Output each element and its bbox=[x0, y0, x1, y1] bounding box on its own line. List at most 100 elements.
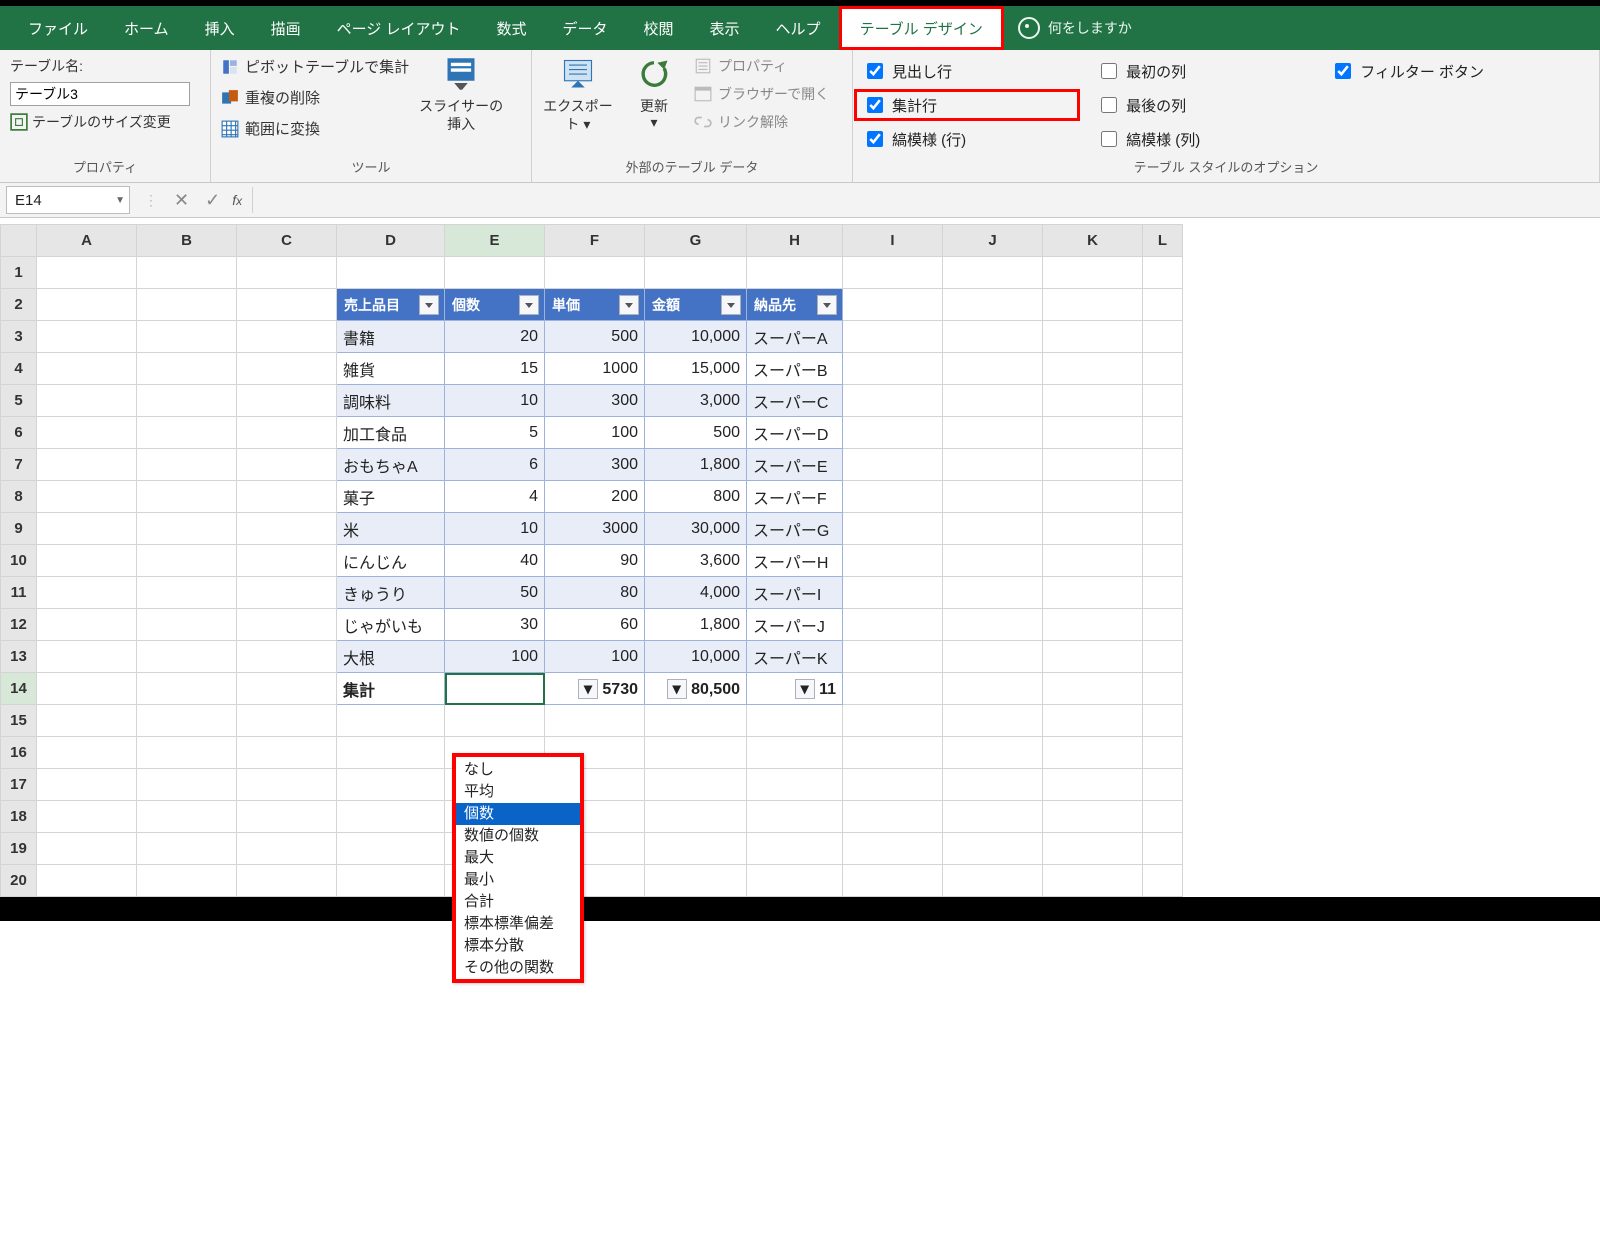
cell[interactable] bbox=[1043, 769, 1143, 801]
table-cell-dest[interactable]: スーパーK bbox=[747, 641, 843, 673]
cell[interactable] bbox=[237, 801, 337, 833]
table-cell-item[interactable]: 雑貨 bbox=[337, 353, 445, 385]
cell[interactable] bbox=[445, 257, 545, 289]
table-cell-price[interactable]: 60 bbox=[545, 609, 645, 641]
cell[interactable] bbox=[137, 513, 237, 545]
cell[interactable] bbox=[1043, 609, 1143, 641]
row-header[interactable]: 9 bbox=[1, 513, 37, 545]
cell[interactable] bbox=[843, 641, 943, 673]
cell[interactable] bbox=[843, 833, 943, 865]
table-cell-amount[interactable]: 15,000 bbox=[645, 353, 747, 385]
cell[interactable] bbox=[237, 865, 337, 897]
cell[interactable] bbox=[137, 609, 237, 641]
tell-me-search[interactable]: 何をしますか bbox=[1004, 17, 1132, 39]
table-cell-dest[interactable]: スーパーG bbox=[747, 513, 843, 545]
cell[interactable] bbox=[237, 641, 337, 673]
cell[interactable] bbox=[337, 801, 445, 833]
last-col-checkbox[interactable] bbox=[1101, 97, 1117, 113]
cell[interactable] bbox=[943, 321, 1043, 353]
col-header-C[interactable]: C bbox=[237, 225, 337, 257]
option-header-row[interactable]: 見出し行 bbox=[863, 60, 1071, 82]
cell[interactable] bbox=[943, 609, 1043, 641]
filter-button[interactable] bbox=[619, 295, 639, 315]
tab-review[interactable]: 校閲 bbox=[626, 6, 692, 50]
filter-button[interactable] bbox=[519, 295, 539, 315]
cell[interactable] bbox=[237, 257, 337, 289]
cell[interactable] bbox=[747, 705, 843, 737]
dropdown-item[interactable]: 個数 bbox=[456, 803, 580, 825]
cell[interactable] bbox=[1143, 321, 1183, 353]
row-header[interactable]: 11 bbox=[1, 577, 37, 609]
table-cell-amount[interactable]: 800 bbox=[645, 481, 747, 513]
col-header-D[interactable]: D bbox=[337, 225, 445, 257]
worksheet-grid[interactable]: A B C D E F G H I J K L 1 2 売上品目 個数 単価 金… bbox=[0, 224, 1183, 897]
cell[interactable] bbox=[1043, 289, 1143, 321]
cell[interactable] bbox=[1143, 353, 1183, 385]
cell[interactable] bbox=[943, 513, 1043, 545]
table-header-dest[interactable]: 納品先 bbox=[747, 289, 843, 321]
cell[interactable] bbox=[645, 737, 747, 769]
table-cell-amount[interactable]: 10,000 bbox=[645, 641, 747, 673]
table-cell-price[interactable]: 80 bbox=[545, 577, 645, 609]
cell[interactable] bbox=[843, 609, 943, 641]
cell[interactable] bbox=[943, 641, 1043, 673]
cell[interactable] bbox=[943, 385, 1043, 417]
cell[interactable] bbox=[137, 385, 237, 417]
table-cell-dest[interactable]: スーパーI bbox=[747, 577, 843, 609]
cell[interactable] bbox=[37, 545, 137, 577]
cell[interactable] bbox=[1043, 321, 1143, 353]
option-banded-cols[interactable]: 縞模様 (列) bbox=[1097, 128, 1305, 150]
total-label-cell[interactable]: 集計 bbox=[337, 673, 445, 705]
total-amount-cell[interactable]: ▾ 80,500 bbox=[645, 673, 747, 705]
table-cell-item[interactable]: 書籍 bbox=[337, 321, 445, 353]
cell[interactable] bbox=[747, 833, 843, 865]
export-button[interactable]: エクスポー ト ▾ bbox=[542, 56, 614, 134]
cell[interactable] bbox=[137, 289, 237, 321]
cell[interactable] bbox=[137, 545, 237, 577]
table-cell-price[interactable]: 200 bbox=[545, 481, 645, 513]
cell[interactable] bbox=[943, 449, 1043, 481]
filter-button[interactable] bbox=[721, 295, 741, 315]
cell[interactable] bbox=[1143, 833, 1183, 865]
option-filter-button[interactable]: フィルター ボタン bbox=[1331, 60, 1589, 82]
cell[interactable] bbox=[943, 737, 1043, 769]
name-box[interactable]: E14 ▼ bbox=[6, 186, 130, 214]
cell[interactable] bbox=[645, 833, 747, 865]
cell[interactable] bbox=[747, 769, 843, 801]
table-cell-price[interactable]: 500 bbox=[545, 321, 645, 353]
cell[interactable] bbox=[37, 833, 137, 865]
filter-button-checkbox[interactable] bbox=[1335, 63, 1351, 79]
cell[interactable] bbox=[237, 545, 337, 577]
dropdown-item[interactable]: 標本標準偏差 bbox=[456, 913, 580, 935]
cell[interactable] bbox=[1043, 481, 1143, 513]
cell[interactable] bbox=[137, 865, 237, 897]
col-header-I[interactable]: I bbox=[843, 225, 943, 257]
table-cell-item[interactable]: 加工食品 bbox=[337, 417, 445, 449]
col-header-G[interactable]: G bbox=[645, 225, 747, 257]
tab-insert[interactable]: 挿入 bbox=[187, 6, 253, 50]
fx-icon[interactable]: fx bbox=[228, 192, 246, 208]
cell[interactable] bbox=[843, 449, 943, 481]
table-header-price[interactable]: 単価 bbox=[545, 289, 645, 321]
row-header[interactable]: 3 bbox=[1, 321, 37, 353]
table-cell-amount[interactable]: 1,800 bbox=[645, 449, 747, 481]
cell[interactable] bbox=[843, 353, 943, 385]
cell[interactable] bbox=[943, 705, 1043, 737]
cell[interactable] bbox=[137, 417, 237, 449]
cell[interactable] bbox=[843, 513, 943, 545]
table-cell-dest[interactable]: スーパーE bbox=[747, 449, 843, 481]
row-header[interactable]: 4 bbox=[1, 353, 37, 385]
cell[interactable] bbox=[843, 737, 943, 769]
table-header-amount[interactable]: 金額 bbox=[645, 289, 747, 321]
cell[interactable] bbox=[337, 865, 445, 897]
table-cell-dest[interactable]: スーパーC bbox=[747, 385, 843, 417]
table-cell-price[interactable]: 100 bbox=[545, 641, 645, 673]
total-dropdown-button[interactable]: ▾ bbox=[795, 679, 815, 699]
table-cell-qty[interactable]: 100 bbox=[445, 641, 545, 673]
tab-view[interactable]: 表示 bbox=[692, 6, 758, 50]
cell[interactable] bbox=[1043, 737, 1143, 769]
dropdown-item[interactable]: 合計 bbox=[456, 891, 580, 913]
col-header-A[interactable]: A bbox=[37, 225, 137, 257]
cell[interactable] bbox=[237, 609, 337, 641]
cell[interactable] bbox=[1043, 417, 1143, 449]
